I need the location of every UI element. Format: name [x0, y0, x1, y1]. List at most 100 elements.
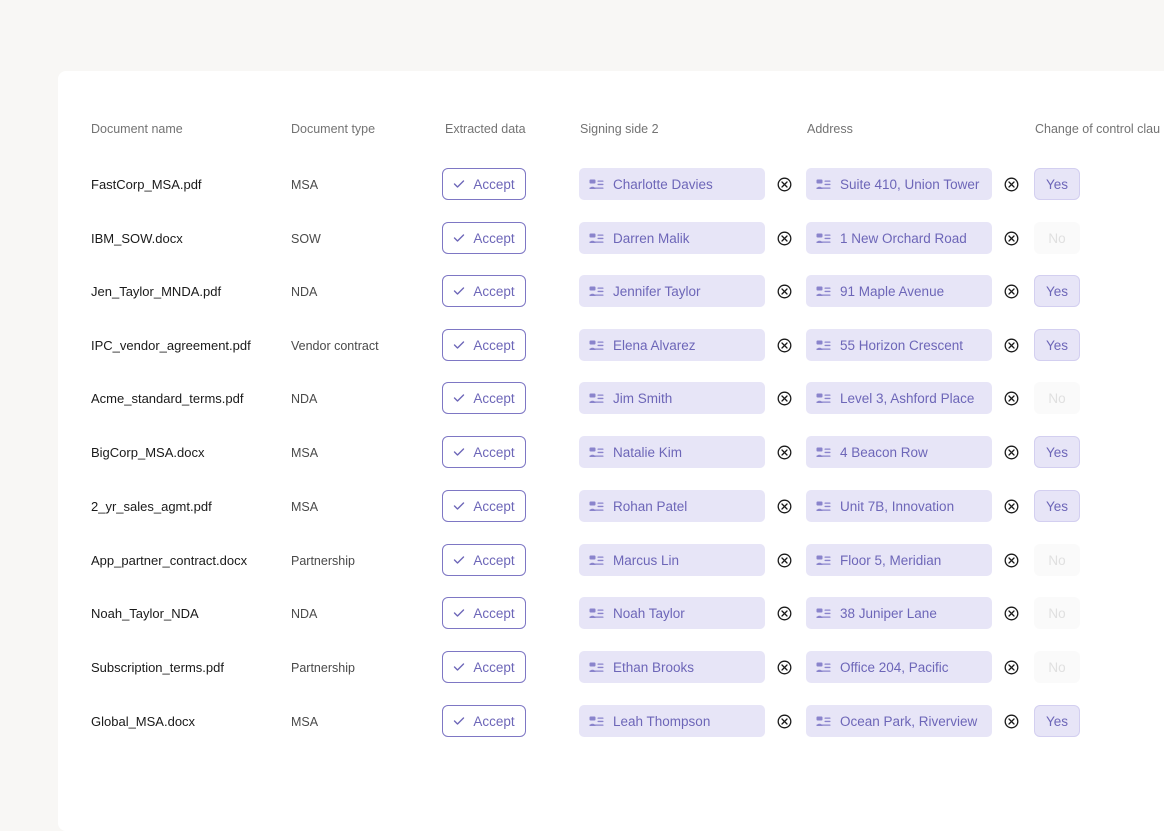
address-field[interactable]: 55 Horizon Crescent [806, 329, 992, 361]
clear-address-icon[interactable] [1004, 284, 1019, 299]
clear-signer-icon[interactable] [777, 553, 792, 568]
change-of-control-toggle[interactable]: Yes [1034, 275, 1080, 307]
contact-card-icon [589, 233, 604, 244]
address-value: 38 Juniper Lane [840, 605, 937, 621]
change-of-control-toggle[interactable]: Yes [1034, 705, 1080, 737]
clear-signer-icon[interactable] [777, 284, 792, 299]
accept-button[interactable]: Accept [442, 222, 526, 254]
address-value: Suite 410, Union Tower [840, 176, 980, 192]
change-of-control-toggle[interactable]: No [1034, 544, 1080, 576]
change-of-control-toggle[interactable]: No [1034, 597, 1080, 629]
clear-signer-icon[interactable] [777, 660, 792, 675]
address-field[interactable]: Ocean Park, Riverview [806, 705, 992, 737]
contact-card-icon [589, 393, 604, 404]
accept-button[interactable]: Accept [442, 168, 526, 200]
change-of-control-toggle[interactable]: Yes [1034, 329, 1080, 361]
accept-button[interactable]: Accept [442, 382, 526, 414]
clear-signer-icon[interactable] [777, 391, 792, 406]
contact-card-icon [816, 662, 831, 673]
clear-address-icon[interactable] [1004, 660, 1019, 675]
change-of-control-toggle[interactable]: No [1034, 222, 1080, 254]
header-document-name: Document name [91, 122, 183, 136]
clear-signer-icon[interactable] [777, 606, 792, 621]
signer-name: Charlotte Davies [613, 176, 713, 192]
clear-address-icon[interactable] [1004, 499, 1019, 514]
clear-address-icon[interactable] [1004, 338, 1019, 353]
signing-side-2-field[interactable]: Leah Thompson [579, 705, 765, 737]
accept-button[interactable]: Accept [442, 705, 526, 737]
document-type: Partnership [291, 554, 355, 568]
signer-name: Natalie Kim [613, 444, 683, 460]
signing-side-2-field[interactable]: Marcus Lin [579, 544, 765, 576]
signing-side-2-field[interactable]: Charlotte Davies [579, 168, 765, 200]
signer-name: Ethan Brooks [613, 659, 695, 675]
accept-button[interactable]: Accept [442, 651, 526, 683]
address-field[interactable]: 38 Juniper Lane [806, 597, 992, 629]
address-value: Unit 7B, Innovation [840, 498, 955, 514]
signing-side-2-field[interactable]: Jennifer Taylor [579, 275, 765, 307]
check-icon [453, 179, 465, 189]
signer-name: Darren Malik [613, 230, 690, 246]
signing-side-2-field[interactable]: Ethan Brooks [579, 651, 765, 683]
clear-signer-icon[interactable] [777, 445, 792, 460]
change-of-control-toggle[interactable]: Yes [1034, 168, 1080, 200]
check-icon [453, 716, 465, 726]
change-of-control-toggle[interactable]: Yes [1034, 436, 1080, 468]
clear-signer-icon[interactable] [777, 714, 792, 729]
signing-side-2-field[interactable]: Rohan Patel [579, 490, 765, 522]
document-name: BigCorp_MSA.docx [91, 445, 205, 460]
address-value: Level 3, Ashford Place [840, 390, 975, 406]
clear-address-icon[interactable] [1004, 177, 1019, 192]
accept-label: Accept [473, 337, 515, 353]
address-field[interactable]: Suite 410, Union Tower [806, 168, 992, 200]
document-name: IPC_vendor_agreement.pdf [91, 338, 251, 353]
contact-card-icon [589, 716, 604, 727]
accept-button[interactable]: Accept [442, 597, 526, 629]
signer-name: Elena Alvarez [613, 337, 696, 353]
signing-side-2-field[interactable]: Jim Smith [579, 382, 765, 414]
signing-side-2-field[interactable]: Noah Taylor [579, 597, 765, 629]
signing-side-2-field[interactable]: Darren Malik [579, 222, 765, 254]
accept-label: Accept [473, 605, 515, 621]
clear-address-icon[interactable] [1004, 445, 1019, 460]
clear-address-icon[interactable] [1004, 553, 1019, 568]
check-icon [453, 662, 465, 672]
clear-address-icon[interactable] [1004, 231, 1019, 246]
clear-address-icon[interactable] [1004, 606, 1019, 621]
clear-signer-icon[interactable] [777, 499, 792, 514]
address-field[interactable]: Floor 5, Meridian [806, 544, 992, 576]
accept-button[interactable]: Accept [442, 544, 526, 576]
clear-signer-icon[interactable] [777, 338, 792, 353]
signing-side-2-field[interactable]: Elena Alvarez [579, 329, 765, 361]
contact-card-icon [589, 662, 604, 673]
clear-address-icon[interactable] [1004, 714, 1019, 729]
contact-card-icon [816, 716, 831, 727]
accept-button[interactable]: Accept [442, 490, 526, 522]
clear-signer-icon[interactable] [777, 177, 792, 192]
change-of-control-toggle[interactable]: No [1034, 382, 1080, 414]
table-row: Global_MSA.docx MSA Accept Leah Thompson Oce… [0, 705, 1164, 739]
address-field[interactable]: 91 Maple Avenue [806, 275, 992, 307]
address-field[interactable]: 1 New Orchard Road [806, 222, 992, 254]
address-field[interactable]: Office 204, Pacific [806, 651, 992, 683]
table-row: BigCorp_MSA.docx MSA Accept Natalie Kim 4 Be… [0, 436, 1164, 470]
contact-card-icon [589, 340, 604, 351]
address-field[interactable]: Level 3, Ashford Place [806, 382, 992, 414]
accept-button[interactable]: Accept [442, 329, 526, 361]
accept-button[interactable]: Accept [442, 275, 526, 307]
accept-label: Accept [473, 390, 515, 406]
clear-signer-icon[interactable] [777, 231, 792, 246]
address-field[interactable]: Unit 7B, Innovation [806, 490, 992, 522]
change-of-control-toggle[interactable]: No [1034, 651, 1080, 683]
accept-button[interactable]: Accept [442, 436, 526, 468]
address-value: Office 204, Pacific [840, 659, 949, 675]
clear-address-icon[interactable] [1004, 391, 1019, 406]
document-type: MSA [291, 178, 319, 192]
document-type: NDA [291, 607, 318, 621]
signing-side-2-field[interactable]: Natalie Kim [579, 436, 765, 468]
header-change-of-control: Change of control clau [1035, 122, 1161, 136]
address-field[interactable]: 4 Beacon Row [806, 436, 992, 468]
check-icon [453, 555, 465, 565]
contact-card-icon [589, 608, 604, 619]
change-of-control-toggle[interactable]: Yes [1034, 490, 1080, 522]
